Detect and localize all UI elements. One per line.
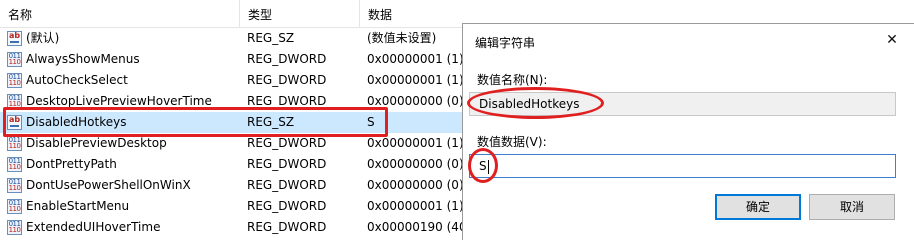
value-data-cell: 0x00000001 (1) <box>367 52 464 66</box>
value-data-cell: (数值未设置) <box>367 31 437 45</box>
value-name-cell: AlwaysShowMenus <box>26 52 140 66</box>
edit-string-dialog: 编辑字符串 ✕ 数值名称(N): DisabledHotkeys 数值数据(V)… <box>462 23 914 240</box>
dword-value-icon: 011 110 <box>7 199 22 214</box>
string-value-icon: ab <box>7 31 22 46</box>
column-header-type[interactable]: 类型 <box>240 0 360 27</box>
column-header-data-label: 数据 <box>368 8 393 22</box>
dword-value-icon: 011 110 <box>7 220 22 235</box>
column-header-name-label: 名称 <box>8 8 33 22</box>
value-type-cell: REG_DWORD <box>247 199 327 213</box>
value-name-cell: AutoCheckSelect <box>26 73 128 87</box>
ok-button[interactable]: 确定 <box>715 194 801 220</box>
value-name-cell: ExtendedUIHoverTime <box>26 220 161 234</box>
value-data-cell: 0x00000001 (1) <box>367 199 464 213</box>
value-data-cell: 0x00000190 (400) <box>367 220 467 234</box>
value-name-label: 数值名称(N): <box>477 73 548 87</box>
value-type-cell: REG_DWORD <box>247 220 327 234</box>
column-header-type-label: 类型 <box>248 8 273 22</box>
value-data-label: 数值数据(V): <box>477 135 547 149</box>
value-data-input[interactable]: S <box>469 154 896 178</box>
value-type-cell: REG_SZ <box>247 31 295 45</box>
close-icon[interactable]: ✕ <box>880 29 904 51</box>
value-name-cell: DontUsePowerShellOnWinX <box>26 178 191 192</box>
value-data-cell: 0x00000000 (0) <box>367 157 464 171</box>
value-name-cell: EnableStartMenu <box>26 199 130 213</box>
value-data-cell: 0x00000000 (0) <box>367 178 464 192</box>
dword-value-icon: 011 110 <box>7 178 22 193</box>
value-type-cell: REG_DWORD <box>247 178 327 192</box>
dword-value-icon: 011 110 <box>7 73 22 88</box>
value-type-cell: REG_DWORD <box>247 52 327 66</box>
dword-value-icon: 011 110 <box>7 157 22 172</box>
dword-value-icon: 011 110 <box>7 52 22 67</box>
dword-value-icon: 011 110 <box>7 136 22 151</box>
column-header-name[interactable]: 名称 <box>0 0 240 27</box>
value-data-cell: 0x00000001 (1) <box>367 73 464 87</box>
highlight-box <box>3 107 388 137</box>
value-name-cell: (默认) <box>26 31 60 45</box>
value-type-cell: REG_DWORD <box>247 73 327 87</box>
value-name-cell: DontPrettyPath <box>26 157 117 171</box>
value-type-cell: REG_DWORD <box>247 157 327 171</box>
dialog-title: 编辑字符串 <box>475 36 536 50</box>
highlight-ellipse-name <box>467 87 604 119</box>
highlight-ellipse-data <box>468 148 498 183</box>
cancel-button[interactable]: 取消 <box>809 194 895 220</box>
